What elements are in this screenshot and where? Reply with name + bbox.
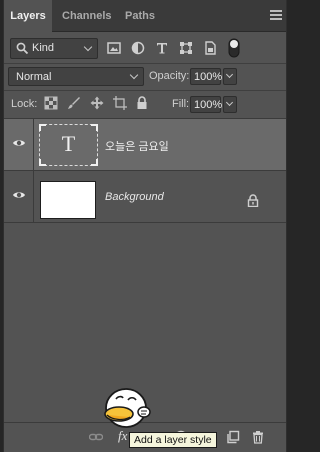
fill-slider-button[interactable] bbox=[223, 96, 237, 113]
type-filter-icon[interactable] bbox=[154, 40, 170, 56]
visibility-toggle[interactable] bbox=[4, 171, 34, 223]
layer-name[interactable]: 오늘은 금요일 bbox=[105, 138, 169, 154]
lock-artboard-icon[interactable] bbox=[113, 96, 127, 110]
delete-layer-icon[interactable] bbox=[251, 430, 265, 444]
layer-thumbnail bbox=[40, 181, 96, 219]
chevron-down-icon bbox=[225, 70, 234, 79]
eye-icon bbox=[13, 192, 25, 198]
search-icon bbox=[16, 42, 29, 55]
opacity-input[interactable]: 100% bbox=[190, 68, 223, 85]
new-layer-icon[interactable] bbox=[226, 430, 240, 444]
layers-list: T 오늘은 금요일 Background bbox=[4, 118, 286, 422]
lock-position-icon[interactable] bbox=[90, 96, 104, 110]
tab-layers[interactable]: Layers bbox=[4, 0, 52, 33]
chevron-down-icon bbox=[83, 42, 93, 52]
image-filter-icon[interactable] bbox=[106, 40, 122, 56]
smart-object-filter-icon[interactable] bbox=[202, 40, 218, 56]
blend-mode-value: Normal bbox=[16, 71, 52, 83]
layers-panel: Layers Channels Paths Kind Normal Opacit… bbox=[3, 0, 287, 452]
adjustment-filter-icon[interactable] bbox=[130, 40, 146, 56]
lock-icon[interactable] bbox=[247, 194, 259, 207]
blend-mode-select[interactable]: Normal bbox=[8, 67, 144, 86]
divider bbox=[4, 63, 286, 64]
divider bbox=[4, 90, 286, 91]
filter-kind-select[interactable]: Kind bbox=[10, 38, 98, 59]
filter-kind-label: Kind bbox=[32, 42, 55, 54]
visibility-toggle[interactable] bbox=[4, 119, 34, 171]
layer-name[interactable]: Background bbox=[105, 191, 164, 203]
fill-value: 100% bbox=[194, 99, 223, 111]
lock-all-icon[interactable] bbox=[135, 96, 149, 110]
shape-filter-icon[interactable] bbox=[178, 40, 194, 56]
opacity-slider-button[interactable] bbox=[223, 68, 237, 85]
panel-menu-icon[interactable] bbox=[270, 10, 282, 20]
layer-row-text[interactable]: T 오늘은 금요일 bbox=[4, 119, 286, 171]
lock-transparent-pixels-icon[interactable] bbox=[44, 96, 58, 110]
chevron-down-icon bbox=[129, 70, 139, 80]
lock-label: Lock: bbox=[11, 98, 38, 110]
tab-channels[interactable]: Channels bbox=[62, 0, 112, 32]
fill-label: Fill: bbox=[172, 98, 190, 110]
panel-tab-bar: Layers Channels Paths bbox=[4, 0, 286, 33]
opacity-value: 100% bbox=[194, 71, 223, 83]
chevron-down-icon bbox=[225, 98, 234, 107]
tooltip: Add a layer style bbox=[129, 432, 217, 448]
opacity-label: Opacity: bbox=[149, 70, 190, 82]
tab-paths[interactable]: Paths bbox=[125, 0, 155, 32]
lock-image-pixels-icon[interactable] bbox=[67, 96, 81, 110]
duck-mascot-illustration bbox=[104, 388, 151, 428]
eye-icon bbox=[13, 140, 25, 146]
type-layer-icon: T bbox=[61, 131, 76, 156]
layer-thumbnail: T bbox=[39, 124, 98, 166]
filter-toggle-icon[interactable] bbox=[226, 37, 242, 59]
fill-input[interactable]: 100% bbox=[190, 96, 223, 113]
